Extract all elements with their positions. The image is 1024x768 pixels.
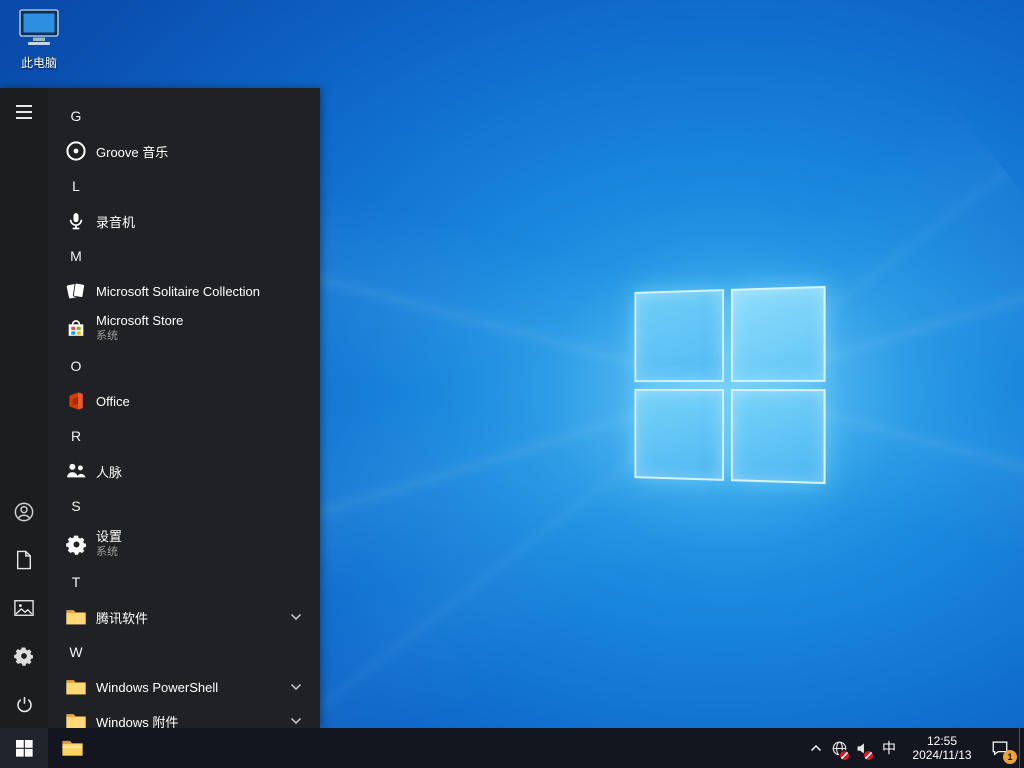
file-explorer-button[interactable] <box>48 728 96 768</box>
logo-pane-bottom-right <box>730 388 826 485</box>
volume-button[interactable] <box>851 728 875 768</box>
folder-icon <box>64 605 88 629</box>
desktop-icon-this-pc[interactable]: 此电脑 <box>10 8 68 71</box>
ime-indicator[interactable]: 中 <box>875 728 903 768</box>
this-pc-icon <box>17 8 61 48</box>
office-icon <box>64 389 88 413</box>
chevron-down-icon[interactable] <box>290 683 302 691</box>
no-internet-badge <box>839 750 850 761</box>
gear-icon <box>64 532 88 556</box>
letter-header-s[interactable]: S <box>48 488 320 524</box>
logo-pane-bottom-left <box>634 388 724 481</box>
app-item-voice-recorder[interactable]: 录音机 <box>48 204 320 238</box>
app-item-settings[interactable]: 设置 系统 <box>48 524 320 564</box>
folder-item-windows-accessories[interactable]: Windows 附件 <box>48 704 320 728</box>
document-icon[interactable] <box>0 536 48 584</box>
show-desktop-button[interactable] <box>1019 728 1024 768</box>
letter-header-g[interactable]: G <box>48 98 320 134</box>
notification-count-badge: 1 <box>1003 750 1017 764</box>
chevron-down-icon[interactable] <box>290 613 302 621</box>
muted-badge <box>863 750 874 761</box>
windows-logo-icon <box>15 739 33 757</box>
cards-icon <box>64 279 88 303</box>
start-menu-rail <box>0 88 48 728</box>
folder-icon <box>64 675 88 699</box>
app-item-people[interactable]: 人脉 <box>48 454 320 488</box>
user-icon[interactable] <box>0 488 48 536</box>
action-center-button[interactable]: 1 <box>981 728 1019 768</box>
hamburger-icon[interactable] <box>0 88 48 136</box>
start-menu-app-list: G Groove 音乐 L 录音机 M Microsoft Solitaire … <box>48 88 320 728</box>
microphone-icon <box>64 209 88 233</box>
logo-pane-top-right <box>730 285 826 382</box>
clock-time: 12:55 <box>926 734 958 748</box>
clock-date: 2024/11/13 <box>912 748 972 762</box>
tray-overflow-button[interactable] <box>805 728 827 768</box>
app-item-groove-music[interactable]: Groove 音乐 <box>48 134 320 168</box>
clock[interactable]: 12:55 2024/11/13 <box>903 728 981 768</box>
start-menu: G Groove 音乐 L 录音机 M Microsoft Solitaire … <box>0 88 320 728</box>
people-icon <box>64 459 88 483</box>
chevron-up-icon <box>810 744 822 752</box>
start-button[interactable] <box>0 728 48 768</box>
app-item-solitaire[interactable]: Microsoft Solitaire Collection <box>48 274 320 308</box>
folder-icon <box>64 709 88 728</box>
letter-header-r[interactable]: R <box>48 418 320 454</box>
letter-header-m[interactable]: M <box>48 238 320 274</box>
letter-header-w[interactable]: W <box>48 634 320 670</box>
app-item-office[interactable]: Office <box>48 384 320 418</box>
power-icon[interactable] <box>0 680 48 728</box>
gear-icon[interactable] <box>0 632 48 680</box>
pictures-icon[interactable] <box>0 584 48 632</box>
desktop-icon-label: 此电脑 <box>20 56 57 70</box>
letter-header-t[interactable]: T <box>48 564 320 600</box>
logo-pane-top-left <box>634 289 724 382</box>
store-icon <box>64 316 88 340</box>
windows-logo-wallpaper <box>634 285 826 485</box>
folder-icon <box>61 738 84 758</box>
network-status-button[interactable] <box>827 728 851 768</box>
folder-item-tencent[interactable]: 腾讯软件 <box>48 600 320 634</box>
app-item-microsoft-store[interactable]: Microsoft Store 系统 <box>48 308 320 348</box>
system-tray: 中 12:55 2024/11/13 1 <box>805 728 1024 768</box>
taskbar: 中 12:55 2024/11/13 1 <box>0 728 1024 768</box>
letter-header-l[interactable]: L <box>48 168 320 204</box>
folder-item-windows-powershell[interactable]: Windows PowerShell <box>48 670 320 704</box>
chevron-down-icon[interactable] <box>290 717 302 725</box>
letter-header-o[interactable]: O <box>48 348 320 384</box>
groove-icon <box>64 139 88 163</box>
